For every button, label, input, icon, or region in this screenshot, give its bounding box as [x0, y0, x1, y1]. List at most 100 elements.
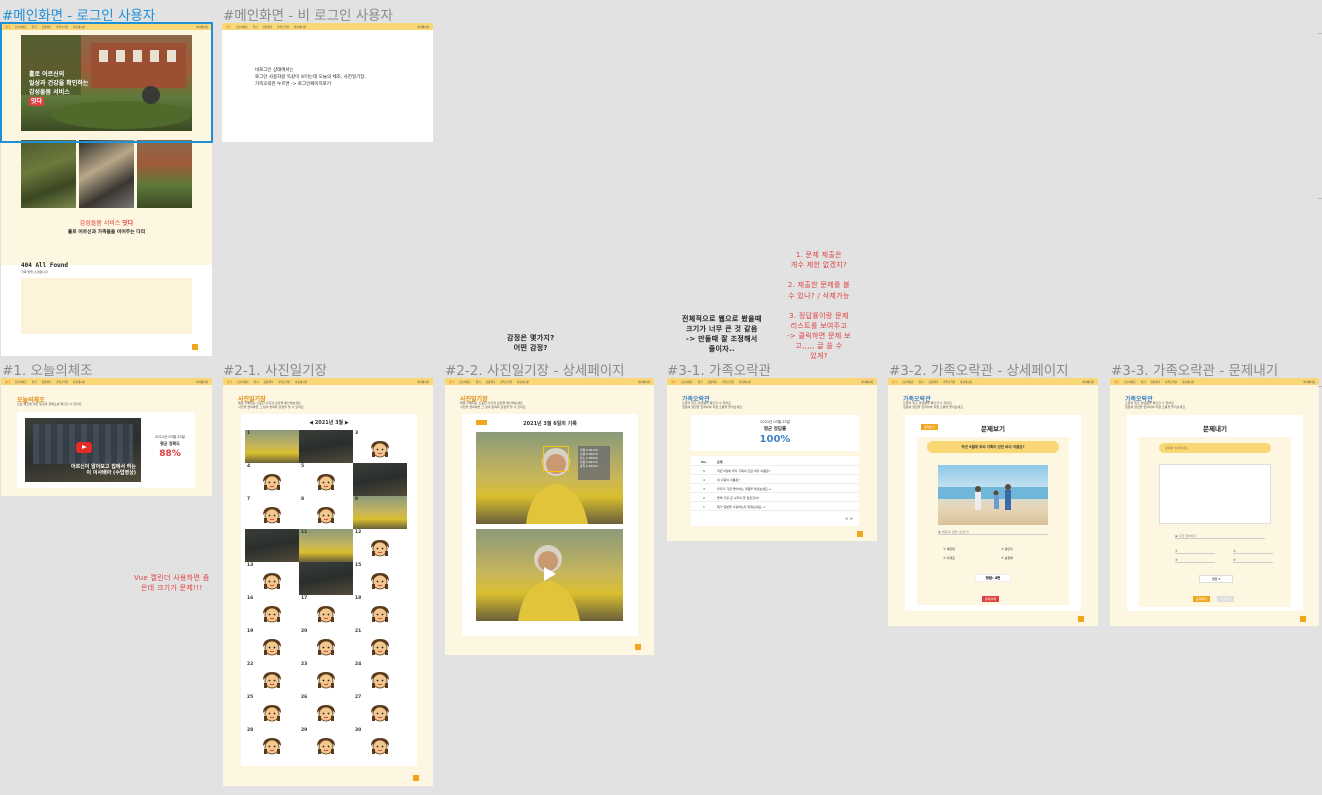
nav-item[interactable]: 가족오락관 — [1165, 380, 1177, 384]
nav-item[interactable]: 일기 — [32, 25, 37, 29]
face-icon[interactable] — [315, 736, 337, 758]
frame-quiz-detail[interactable]: 잇다 오늘의체조 일기 감정레터 가족오락관 자랑게시판 마이페이지 가족오락관… — [888, 378, 1098, 626]
calendar-month-nav[interactable]: ◀ 2021년 3월 ▶ — [241, 419, 417, 426]
nav-item[interactable]: 일기 — [1141, 380, 1146, 384]
nav-item[interactable]: 가족오락관 — [56, 25, 68, 29]
row-question[interactable]: 이 사람의 이름은? — [717, 478, 740, 482]
nav-logo[interactable]: 잇다 — [227, 380, 232, 384]
nav-logo[interactable]: 잇다 — [671, 380, 676, 384]
frame-title-main-guest[interactable]: #메인화면 - 비 로그인 사용자 — [223, 4, 393, 24]
scroll-top-button[interactable] — [857, 531, 863, 537]
nav-mypage[interactable]: 마이페이지 — [638, 380, 650, 384]
frame-title-photo-detail[interactable]: #2-2. 사진일기장 - 상세페이지 — [445, 359, 625, 379]
nav-item[interactable]: 자랑게시판 — [517, 380, 529, 384]
table-pager[interactable]: < > — [845, 516, 853, 521]
row-question[interactable]: 제가 일본을 사랑하는지 맞춰보세요~♪ — [717, 505, 766, 509]
table-row[interactable]: 3 우리가 가장 좋아하는 계절을 맞춰보세요~! — [691, 485, 859, 493]
calendar-photo[interactable] — [353, 463, 407, 496]
face-icon[interactable] — [315, 505, 337, 527]
option-3[interactable]: ③ 다대포 — [943, 556, 955, 560]
frame-main-login[interactable]: 잇다 오늘의체조 일기 감정레터 가족오락관 자랑게시판 마이페이지 홀로 어르… — [1, 23, 212, 356]
nav-mypage[interactable]: 마이페이지 — [1082, 380, 1094, 384]
table-row[interactable]: 5 작년 9월에 우리 가족이 갔던 바다 이름은? — [691, 467, 859, 475]
row-question[interactable]: 올해 가장 큰 나무의 꽃 달은것이? — [717, 496, 759, 500]
nav-item[interactable]: 감정레터 — [42, 25, 52, 29]
nav-mypage[interactable]: 마이페이지 — [417, 25, 429, 29]
frame-quiz-hall[interactable]: 잇다 오늘의체조 일기 감정레터 가족오락관 자랑게시판 마이페이지 가족오락관… — [667, 378, 877, 541]
frame-title-photo-diary[interactable]: #2-1. 사진일기장 — [223, 359, 327, 379]
nav-item[interactable]: 일기 — [476, 380, 481, 384]
table-row[interactable]: 2 올해 가장 큰 나무의 꽃 달은것이? — [691, 494, 859, 502]
face-icon[interactable] — [369, 571, 391, 593]
face-icon[interactable] — [369, 439, 391, 461]
face-icon[interactable] — [369, 637, 391, 659]
nav-logo[interactable]: 잇다 — [1114, 380, 1119, 384]
face-icon[interactable] — [261, 472, 283, 494]
face-icon[interactable] — [261, 736, 283, 758]
option-input-4[interactable]: ④ — [1233, 558, 1273, 563]
frame-title-exercise[interactable]: #1. 오늘의체조 — [2, 359, 93, 379]
delete-question-button[interactable]: 문제삭제 — [982, 596, 1000, 602]
nav-item[interactable]: 오늘의체조 — [15, 380, 27, 384]
play-icon[interactable] — [544, 567, 556, 581]
nav-logo[interactable]: 잇다 — [892, 380, 897, 384]
nav-mypage[interactable]: 마이페이지 — [1303, 380, 1315, 384]
nav-item[interactable]: 오늘의체조 — [236, 25, 248, 29]
face-icon[interactable] — [369, 703, 391, 725]
nav-item[interactable]: 감정레터 — [708, 380, 718, 384]
nav-item[interactable]: 일기 — [32, 380, 37, 384]
nav-item[interactable]: 오늘의체조 — [459, 380, 471, 384]
nav-mypage[interactable]: 마이페이지 — [861, 380, 873, 384]
nav-item[interactable]: 일기 — [253, 25, 258, 29]
face-icon[interactable] — [315, 604, 337, 626]
nav-item[interactable]: 가족오락관 — [56, 380, 68, 384]
nav-item[interactable]: 자랑게시판 — [73, 25, 85, 29]
face-icon[interactable] — [261, 670, 283, 692]
frame-main-guest[interactable]: 잇다 오늘의체조 일기 감정레터 가족오락관 자랑게시판 마이페이지 비로그인 … — [222, 23, 433, 142]
nav-item[interactable]: 감정레터 — [929, 380, 939, 384]
scroll-top-button[interactable] — [1078, 616, 1084, 622]
nav-item[interactable]: 감정레터 — [264, 380, 274, 384]
nav-item[interactable]: 감정레터 — [42, 380, 52, 384]
nav-item[interactable]: 오늘의체조 — [681, 380, 693, 384]
frame-title-main-login[interactable]: #메인화면 - 로그인 사용자 — [2, 4, 155, 24]
answer-select[interactable]: 정답 ▾ — [1199, 575, 1233, 583]
face-icon[interactable] — [261, 637, 283, 659]
nav-item[interactable]: 자랑게시판 — [1182, 380, 1194, 384]
exercise-video[interactable]: 어르신이 알아보고 집에서 하는 이 이사배아 (수업영상) — [25, 418, 141, 482]
nav-item[interactable]: 감정레터 — [1151, 380, 1161, 384]
calendar-photo[interactable] — [245, 430, 299, 463]
scroll-top-button[interactable] — [1300, 616, 1306, 622]
frame-title-quiz-create[interactable]: #3-3. 가족오락관 - 문제내기 — [1111, 359, 1278, 379]
face-icon[interactable] — [261, 505, 283, 527]
scroll-top-button[interactable] — [635, 644, 641, 650]
nav-item[interactable]: 오늘의체조 — [902, 380, 914, 384]
option-1[interactable]: ① 해운대 — [943, 547, 955, 551]
frame-photo-detail[interactable]: 잇다 오늘의체조 일기 감정레터 가족오락관 자랑게시판 마이페이지 사진일기장… — [445, 378, 654, 655]
nav-item[interactable]: 오늘의체조 — [1124, 380, 1136, 384]
nav-logo[interactable]: 잇다 — [5, 25, 10, 29]
nav-item[interactable]: 일기 — [254, 380, 259, 384]
table-row[interactable]: 1 제가 일본을 사랑하는지 맞춰보세요~♪ — [691, 503, 859, 511]
face-icon[interactable] — [315, 703, 337, 725]
play-icon[interactable] — [76, 442, 92, 453]
nav-item[interactable]: 가족오락관 — [500, 380, 512, 384]
photo-upload-area[interactable] — [1159, 464, 1271, 524]
calendar-photo[interactable] — [299, 430, 353, 463]
nav-item[interactable]: 일기 — [698, 380, 703, 384]
nav-item[interactable]: 감정레터 — [263, 25, 273, 29]
nav-item[interactable]: 가족오락관 — [278, 380, 290, 384]
nav-item[interactable]: 오늘의체조 — [15, 25, 27, 29]
frame-title-quiz-detail[interactable]: #3-2. 가족오락관 - 상세페이지 — [889, 359, 1069, 379]
row-question[interactable]: 작년 9월에 우리 가족이 갔던 바다 이름은? — [717, 469, 770, 473]
face-icon[interactable] — [369, 538, 391, 560]
frame-title-quiz-hall[interactable]: #3-1. 가족오락관 — [667, 359, 771, 379]
nav-item[interactable]: 감정레터 — [486, 380, 496, 384]
option-input-1[interactable]: ① — [1175, 549, 1215, 554]
nav-item[interactable]: 자랑게시판 — [294, 25, 306, 29]
scroll-top-button[interactable] — [192, 344, 198, 350]
face-icon[interactable] — [369, 736, 391, 758]
option-input-3[interactable]: ③ — [1175, 558, 1215, 563]
nav-item[interactable]: 가족오락관 — [722, 380, 734, 384]
frame-exercise[interactable]: 잇다 오늘의체조 일기 감정레터 가족오락관 자랑게시판 마이페이지 오늘의체조… — [1, 378, 212, 496]
